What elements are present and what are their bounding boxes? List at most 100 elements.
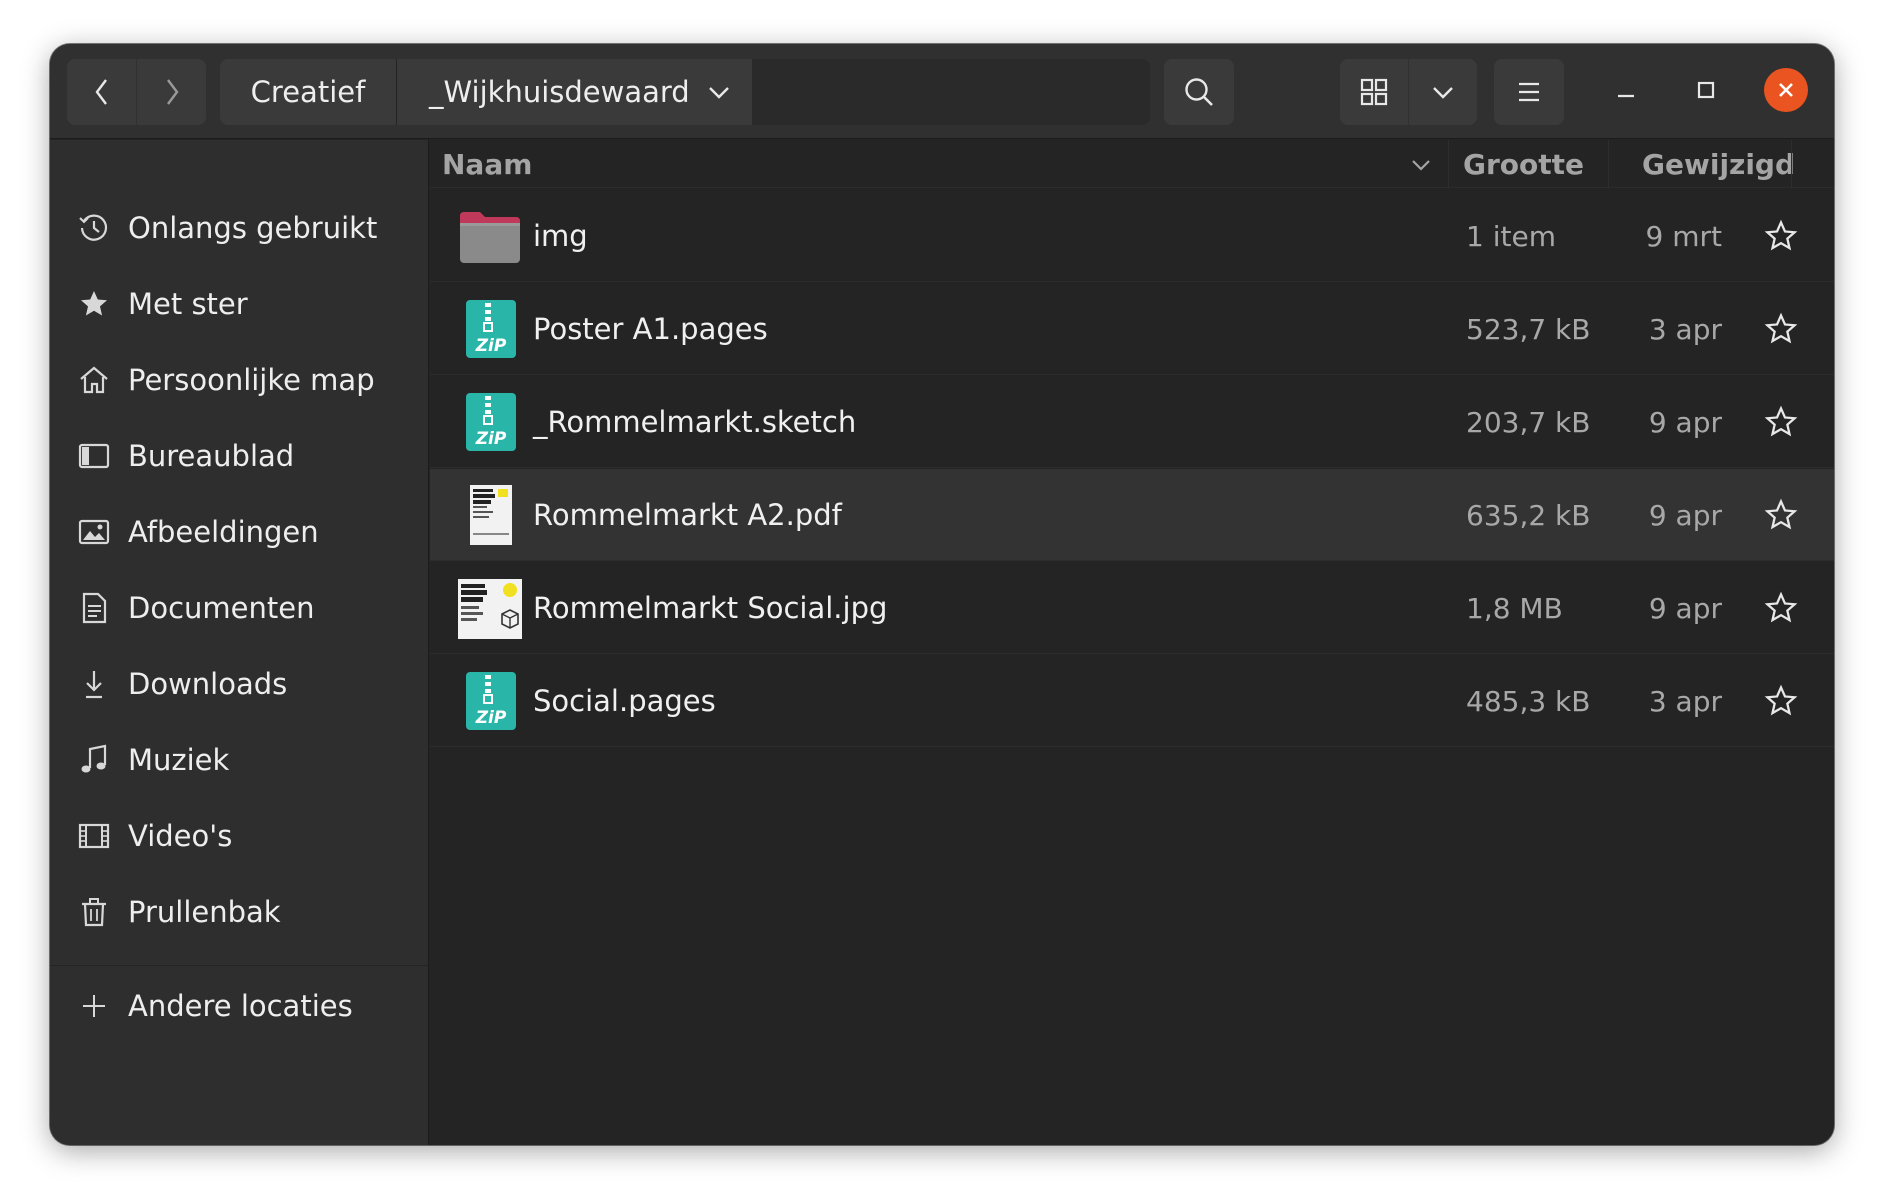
minimize-button[interactable] <box>1604 68 1648 112</box>
table-row[interactable]: ZiP Social.pages 485,3 kB 3 apr <box>430 655 1834 747</box>
desktop-icon <box>78 440 110 472</box>
breadcrumb-current[interactable]: _Wijkhuisdewaard <box>397 59 752 125</box>
file-size: 1,8 MB <box>1466 591 1563 625</box>
sidebar-item-label: Afbeeldingen <box>128 515 319 549</box>
file-size: 203,7 kB <box>1466 405 1591 439</box>
column-divider <box>1608 140 1609 188</box>
sidebar-item-other-locations[interactable]: Andere locaties <box>50 968 428 1044</box>
column-name-label: Naam <box>442 147 533 181</box>
clock-icon <box>78 212 110 244</box>
sidebar-item-label: Andere locaties <box>128 989 353 1023</box>
svg-text:ZiP: ZiP <box>475 708 507 728</box>
back-button[interactable] <box>67 59 136 125</box>
hamburger-menu-icon <box>1519 82 1539 102</box>
file-modified: 3 apr <box>1648 312 1722 346</box>
search-button[interactable] <box>1164 59 1234 125</box>
sidebar-item-label: Documenten <box>128 591 315 625</box>
zip-archive-icon: ZiP <box>466 300 516 358</box>
sidebar-item-label: Onlangs gebruikt <box>128 211 378 245</box>
table-row[interactable]: Rommelmarkt Social.jpg 1,8 MB 9 apr <box>430 562 1834 654</box>
sidebar: Onlangs gebruikt Met ster Persoonlijke m… <box>50 140 429 1145</box>
main-menu-button[interactable] <box>1494 59 1564 125</box>
sidebar-item-label: Bureaublad <box>128 439 295 473</box>
star-outline-icon[interactable] <box>1764 312 1798 346</box>
sidebar-item-label: Persoonlijke map <box>128 363 375 397</box>
column-divider <box>1791 140 1792 188</box>
file-size: 485,3 kB <box>1466 684 1591 718</box>
sidebar-item-music[interactable]: Muziek <box>50 722 428 798</box>
trash-icon <box>78 896 110 928</box>
file-modified: 9 apr <box>1648 591 1722 625</box>
home-icon <box>78 364 110 396</box>
chevron-left-icon <box>95 79 107 105</box>
path-bar: Creatief _Wijkhuisdewaard <box>220 59 1150 125</box>
close-icon <box>1779 83 1793 97</box>
grid-view-button[interactable] <box>1340 59 1408 125</box>
column-name[interactable]: Naam <box>442 140 532 188</box>
search-icon <box>1185 78 1213 106</box>
star-icon <box>78 288 110 320</box>
breadcrumb-current-label: _Wijkhuisdewaard <box>429 75 690 109</box>
file-modified: 3 apr <box>1648 684 1722 718</box>
file-size: 1 item <box>1466 219 1556 253</box>
sidebar-item-label: Prullenbak <box>128 895 281 929</box>
forward-button[interactable] <box>137 59 206 125</box>
sidebar-item-desktop[interactable]: Bureaublad <box>50 418 428 494</box>
image-thumbnail-icon <box>458 579 522 639</box>
sidebar-item-trash[interactable]: Prullenbak <box>50 874 428 950</box>
star-outline-icon[interactable] <box>1764 498 1798 532</box>
table-row[interactable]: img 1 item 9 mrt <box>430 190 1834 282</box>
breadcrumb-parent-label: Creatief <box>250 75 366 109</box>
star-outline-icon[interactable] <box>1764 684 1798 718</box>
sidebar-item-starred[interactable]: Met ster <box>50 266 428 342</box>
sort-chevron-down-icon[interactable] <box>1408 152 1434 178</box>
breadcrumb-parent[interactable]: Creatief <box>220 59 396 125</box>
maximize-icon <box>1697 81 1715 99</box>
table-row[interactable]: ZiP Poster A1.pages 523,7 kB 3 apr <box>430 283 1834 375</box>
column-divider <box>1448 140 1449 188</box>
table-row[interactable]: Rommelmarkt A2.pdf 635,2 kB 9 apr <box>430 469 1834 561</box>
view-options-dropdown[interactable] <box>1409 59 1477 125</box>
sidebar-item-downloads[interactable]: Downloads <box>50 646 428 722</box>
chevron-down-icon <box>1433 87 1453 99</box>
zip-archive-icon: ZiP <box>466 393 516 451</box>
table-row[interactable]: ZiP _Rommelmarkt.sketch 203,7 kB 9 apr <box>430 376 1834 468</box>
svg-text:ZiP: ZiP <box>475 336 507 356</box>
column-size[interactable]: Grootte <box>1463 140 1584 188</box>
column-modified[interactable]: Gewijzigd <box>1642 140 1795 188</box>
file-name: Social.pages <box>533 684 716 718</box>
sidebar-item-videos[interactable]: Video's <box>50 798 428 874</box>
pdf-thumbnail-icon <box>470 485 512 545</box>
file-list: Naam Grootte Gewijzigd img 1 item 9 mrt <box>430 140 1834 1145</box>
header-bar: Creatief _Wijkhuisdewaard <box>50 44 1834 139</box>
close-button[interactable] <box>1764 68 1808 112</box>
chevron-down-icon <box>709 87 729 99</box>
sidebar-separator <box>50 965 428 966</box>
file-modified: 9 apr <box>1648 498 1722 532</box>
minimize-icon <box>1618 94 1634 98</box>
sidebar-item-recent[interactable]: Onlangs gebruikt <box>50 190 428 266</box>
sidebar-item-label: Downloads <box>128 667 288 701</box>
star-outline-icon[interactable] <box>1764 405 1798 439</box>
video-icon <box>78 820 110 852</box>
column-size-label: Grootte <box>1463 147 1585 181</box>
file-manager-window: Creatief _Wijkhuisdewaard Onlangs gebrui… <box>50 44 1834 1145</box>
sidebar-item-label: Muziek <box>128 743 230 777</box>
star-outline-icon[interactable] <box>1764 219 1798 253</box>
image-icon <box>78 516 110 548</box>
file-size: 635,2 kB <box>1466 498 1591 532</box>
sidebar-item-label: Video's <box>128 819 233 853</box>
sidebar-item-home[interactable]: Persoonlijke map <box>50 342 428 418</box>
download-icon <box>78 668 110 700</box>
column-modified-label: Gewijzigd <box>1642 147 1796 181</box>
sidebar-item-pictures[interactable]: Afbeeldingen <box>50 494 428 570</box>
star-outline-icon[interactable] <box>1764 591 1798 625</box>
file-modified: 9 mrt <box>1645 219 1722 253</box>
file-name: Rommelmarkt Social.jpg <box>533 591 888 625</box>
chevron-right-icon <box>166 79 178 105</box>
file-size: 523,7 kB <box>1466 312 1591 346</box>
maximize-button[interactable] <box>1684 68 1728 112</box>
column-header: Naam Grootte Gewijzigd <box>430 140 1834 188</box>
zip-archive-icon: ZiP <box>466 672 516 730</box>
sidebar-item-documents[interactable]: Documenten <box>50 570 428 646</box>
